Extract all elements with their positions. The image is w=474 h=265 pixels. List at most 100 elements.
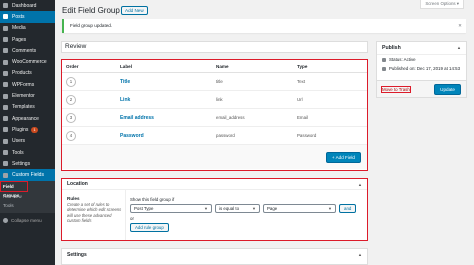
location-title: Location [67, 181, 88, 187]
update-count-badge: 1 [31, 126, 38, 133]
column-header-label: Label [120, 63, 132, 69]
move-to-trash-link[interactable]: Move to Trash [381, 85, 411, 93]
submenu-item-field-groups[interactable]: Field Groups [0, 180, 28, 198]
sidebar-item-wpforms[interactable]: WPForms [0, 79, 55, 90]
settings-title: Settings [67, 251, 87, 258]
rule-value-select[interactable]: Page ▼ [263, 204, 336, 213]
fields-table-header: Order Label Name Type [62, 60, 367, 73]
rules-desc-text: Create a set of rules to determine which… [67, 202, 122, 223]
field-order-handle[interactable]: 1 [66, 76, 76, 87]
sidebar-item-plugins[interactable]: Plugins 1 [0, 124, 55, 135]
sidebar-item-label: Elementor [12, 93, 35, 100]
publish-date: Published on: Dec 17, 2019 at 14:53 [377, 64, 466, 73]
sidebar-item-label: WPForms [12, 81, 35, 88]
collapse-icon [3, 217, 8, 223]
publish-title: Publish ▲ [377, 42, 466, 55]
field-label-link[interactable]: Email address [120, 115, 216, 121]
notice-text: Field group updated. [70, 23, 113, 28]
sidebar-item-media[interactable]: Media [0, 23, 55, 34]
settings-toggle-icon[interactable]: ▲ [358, 252, 362, 257]
field-order-cell: 1 [62, 76, 120, 87]
column-header-order: Order [66, 63, 79, 69]
sidebar-item-appearance[interactable]: Appearance [0, 113, 55, 124]
field-order-handle[interactable]: 2 [66, 94, 76, 105]
field-row[interactable]: 2 Link link Url [62, 91, 367, 109]
add-rule-group-button[interactable]: Add rule group [130, 223, 169, 232]
rule-value-value: Page [267, 206, 278, 211]
sidebar-item-tools[interactable]: Tools [0, 147, 55, 158]
rule-param-select[interactable]: Post Type ▼ [130, 204, 212, 213]
field-row[interactable]: 3 Email address email_address Email [62, 109, 367, 127]
field-order-handle[interactable]: 3 [66, 112, 76, 123]
users-icon [3, 138, 8, 144]
sidebar-item-templates[interactable]: Templates [0, 102, 55, 113]
plugin-icon [3, 127, 8, 133]
sidebar-item-comments[interactable]: Comments [0, 45, 55, 56]
sidebar-item-custom-fields[interactable]: Custom Fields [0, 169, 55, 181]
screen-options-button[interactable]: Screen Options ▾ [420, 0, 464, 9]
sidebar-item-users[interactable]: Users [0, 136, 55, 147]
field-name-cell: link [216, 97, 223, 102]
field-type-cell: Url [297, 97, 303, 102]
page-title: Edit Field Group [62, 6, 120, 15]
sidebar-item-label: Dashboard [12, 2, 37, 9]
sidebar-item-label: Appearance [12, 115, 39, 122]
column-header-name: Name [216, 63, 229, 69]
add-field-button[interactable]: + Add Field [325, 151, 361, 163]
rule-operator-select[interactable]: is equal to ▼ [215, 204, 260, 213]
sidebar-item-settings[interactable]: Settings [0, 158, 55, 169]
sidebar-item-products[interactable]: Products [0, 68, 55, 79]
sidebar-item-label: Templates [12, 104, 35, 111]
admin-sidebar: Dashboard Posts Media Pages Comments WooComme… [0, 0, 55, 265]
location-header[interactable]: Location ▲ [62, 179, 367, 190]
media-icon [3, 25, 8, 31]
field-label-link[interactable]: Password [120, 133, 216, 139]
field-row[interactable]: 1 Title title Text [62, 73, 367, 91]
add-new-button[interactable]: Add New [121, 6, 148, 15]
sidebar-item-woocommerce[interactable]: WooCommerce [0, 56, 55, 67]
published-on-text: Published on: Dec 17, 2019 at 14:53 [389, 66, 461, 71]
sidebar-item-dashboard[interactable]: Dashboard [0, 0, 55, 11]
fields-footer: + Add Field [62, 145, 367, 169]
sidebar-item-label: Posts [12, 13, 25, 20]
sidebar-item-label: Comments [12, 47, 37, 54]
field-label-link[interactable]: Link [120, 97, 216, 103]
and-button[interactable]: and [339, 204, 357, 213]
submenu-item-add-new[interactable]: Add New [0, 192, 55, 201]
update-button[interactable]: Update [434, 83, 461, 95]
field-name-cell: title [216, 79, 223, 84]
custom-fields-submenu: Field Groups Add New Tools [0, 180, 55, 213]
field-name-cell: email_address [216, 115, 245, 120]
settings-icon [3, 161, 8, 167]
show-if-label: Show this field group if [130, 197, 175, 202]
success-notice: Field group updated. ✕ [62, 19, 466, 33]
field-row[interactable]: 4 Password password Password [62, 127, 367, 145]
sidebar-item-label: Products [12, 70, 32, 77]
sidebar-item-label: Settings [12, 160, 31, 167]
collapse-menu-button[interactable]: Collapse menu [0, 217, 55, 223]
field-order-handle[interactable]: 4 [66, 130, 76, 141]
dismiss-icon[interactable]: ✕ [458, 19, 462, 33]
publish-toggle-icon[interactable]: ▲ [457, 45, 461, 50]
publish-status: Status: Active [377, 55, 466, 64]
brush-icon [3, 116, 8, 122]
rules-editor: Show this field group if Post Type ▼ is … [130, 197, 362, 232]
sidebar-item-posts[interactable]: Posts [0, 11, 55, 23]
submenu-item-tools[interactable]: Tools [0, 201, 55, 210]
field-order-cell: 3 [62, 112, 120, 123]
sidebar-item-pages[interactable]: Pages [0, 34, 55, 45]
field-group-title-input[interactable]: Review [61, 41, 368, 53]
location-toggle-icon[interactable]: ▲ [358, 182, 362, 187]
pin-icon [3, 14, 8, 20]
field-name-cell: password [216, 133, 235, 138]
collapse-menu-label: Collapse menu [11, 217, 42, 223]
dashboard-icon [3, 3, 8, 9]
page-icon [3, 37, 8, 43]
sidebar-item-elementor[interactable]: Elementor [0, 90, 55, 101]
fields-panel: Order Label Name Type 1 Title title Text 2 Li… [61, 59, 368, 171]
settings-header[interactable]: Settings ▲ [62, 249, 367, 260]
rules-title: Rules [67, 196, 80, 201]
publish-box: Publish ▲ Status: Active Published on: D… [376, 41, 467, 98]
field-label-link[interactable]: Title [120, 79, 216, 85]
chevron-down-icon: ▼ [252, 206, 256, 211]
